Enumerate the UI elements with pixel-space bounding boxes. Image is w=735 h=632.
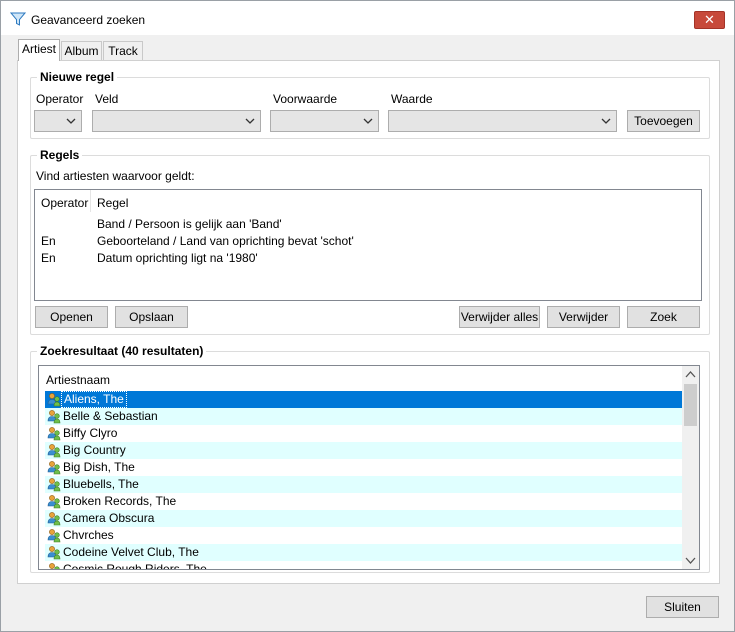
rules-title: Regels [37,148,83,162]
scroll-down-icon[interactable] [685,556,696,565]
search-button[interactable]: Zoek [627,306,700,328]
funnel-icon [10,12,26,26]
artist-icon [47,427,61,441]
artist-icon [47,410,61,424]
artist-icon [47,393,61,407]
window-title: Geavanceerd zoeken [31,13,146,27]
advanced-search-dialog: Geavanceerd zoeken ✕ Artiest Album Track… [0,0,735,632]
title-bar: Geavanceerd zoeken ✕ [1,1,734,35]
result-artist-name: Codeine Velvet Club, The [63,545,199,559]
value-label: Waarde [391,92,433,106]
artist-icon [47,461,61,475]
artist-icon [49,563,60,569]
artist-icon [47,512,61,526]
close-button[interactable]: Sluiten [646,596,719,618]
delete-button[interactable]: Verwijder [547,306,620,328]
results-group: Zoekresultaat (40 resultaten) Artiestnaa… [30,344,710,573]
add-rule-button[interactable]: Toevoegen [627,110,700,132]
operator-label: Operator [36,92,84,106]
result-artist-name: Broken Records, The [63,494,177,508]
save-button[interactable]: Opslaan [115,306,188,328]
chevron-down-icon [66,118,76,124]
rule-row-text[interactable]: Geboorteland / Land van oprichting bevat… [97,234,354,248]
chevron-down-icon [363,118,373,124]
rule-row-operator: En [41,234,56,248]
result-row[interactable]: Cosmic Rough Riders, The [45,561,683,570]
result-row[interactable]: Belle & Sebastian [45,408,683,425]
rules-description: Vind artiesten waarvoor geldt: [36,169,195,183]
column-divider [90,190,91,212]
results-list[interactable]: Artiestnaam Aliens, The Belle & Sebastian… [38,365,700,570]
value-select[interactable] [388,110,617,132]
rule-row-operator: En [41,251,56,265]
chevron-down-icon [245,118,255,124]
artist-icon [47,546,61,560]
rules-column-rule: Regel [97,196,129,210]
result-row[interactable]: Camera Obscura [45,510,683,527]
scroll-thumb[interactable] [684,384,697,426]
result-artist-name: Bluebells, The [63,477,139,491]
result-artist-name: Aliens, The [61,391,127,408]
rules-group: Regels Vind artiesten waarvoor geldt: Op… [30,148,710,335]
result-artist-name: Cosmic Rough Riders, The [63,562,207,570]
result-row[interactable]: Chvrches [45,527,683,544]
results-column-artist: Artiestnaam [46,373,111,387]
field-select[interactable] [92,110,261,132]
results-scrollbar[interactable] [682,366,699,569]
result-row[interactable]: Broken Records, The [45,493,683,510]
result-row[interactable]: Biffy Clyro [45,425,683,442]
condition-select[interactable] [270,110,379,132]
chevron-down-icon [601,118,611,124]
result-row[interactable]: Big Country [45,442,683,459]
tab-artiest[interactable]: Artiest [18,39,60,61]
artist-icon [47,478,61,492]
operator-select[interactable] [34,110,82,132]
delete-all-button[interactable]: Verwijder alles [459,306,540,328]
rules-column-operator: Operator [41,196,89,210]
result-artist-name: Belle & Sebastian [63,409,158,423]
condition-label: Voorwaarde [273,92,338,106]
rule-row-text[interactable]: Datum oprichting ligt na '1980' [97,251,258,265]
new-rule-group: Nieuwe regel Operator Veld Voorwaarde Wa… [30,70,710,139]
tab-album[interactable]: Album [61,41,102,61]
result-row[interactable]: Big Dish, The [45,459,683,476]
rule-row-text[interactable]: Band / Persoon is gelijk aan 'Band' [97,217,282,231]
result-row[interactable]: Aliens, The [45,391,683,408]
result-row[interactable]: Bluebells, The [45,476,683,493]
artist-icon [47,495,61,509]
new-rule-title: Nieuwe regel [37,70,118,84]
scroll-up-icon[interactable] [685,370,696,379]
window-close-button[interactable]: ✕ [694,11,725,29]
result-artist-name: Big Dish, The [63,460,135,474]
result-row[interactable]: Codeine Velvet Club, The [45,544,683,561]
artist-icon [47,529,61,543]
result-artist-name: Big Country [63,443,126,457]
tab-track[interactable]: Track [103,41,143,61]
result-artist-name: Chvrches [63,528,114,542]
artist-icon [47,444,61,458]
open-button[interactable]: Openen [35,306,108,328]
field-label: Veld [95,92,119,106]
tab-panel-artiest: Nieuwe regel Operator Veld Voorwaarde Wa… [17,60,720,584]
rules-list[interactable]: Operator Regel Band / Persoon is gelijk … [34,189,702,301]
result-artist-name: Camera Obscura [63,511,155,525]
results-title: Zoekresultaat (40 resultaten) [37,344,207,358]
result-artist-name: Biffy Clyro [63,426,118,440]
